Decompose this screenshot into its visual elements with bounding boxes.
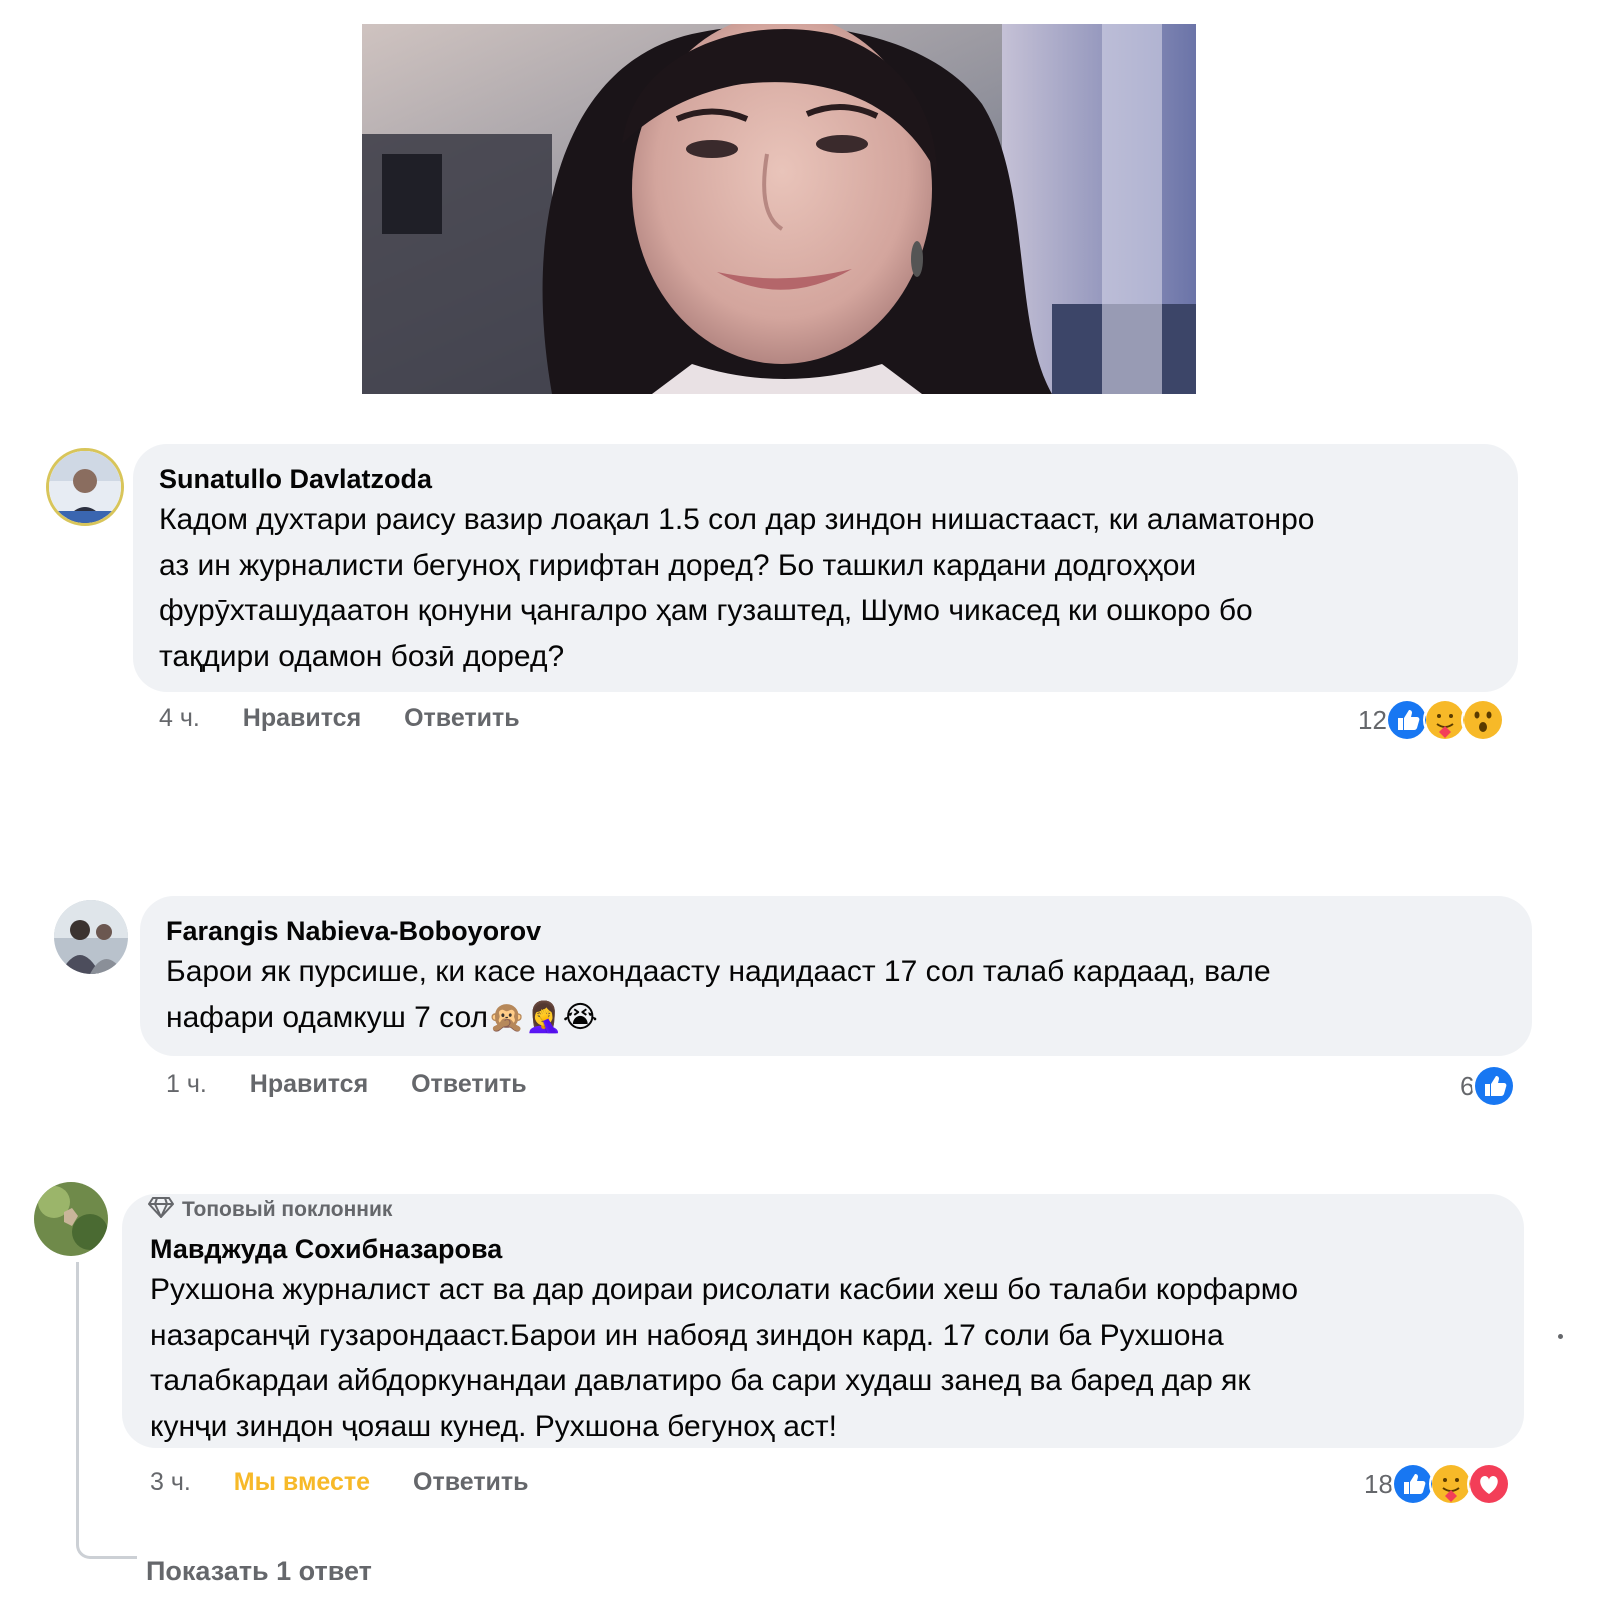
love-reaction-icon — [1466, 1462, 1511, 1506]
avatar[interactable] — [54, 900, 128, 974]
comment-text: Рухшона журналист аст ва дар доираи рисо… — [150, 1273, 1299, 1443]
show-replies-link[interactable]: Показать 1 ответ — [146, 1556, 372, 1587]
reply-button[interactable]: Ответить — [413, 1468, 529, 1497]
reaction-count: 18 — [1364, 1468, 1393, 1499]
reaction-button[interactable]: Мы вместе — [234, 1468, 370, 1497]
comment-timestamp[interactable]: 1 ч. — [166, 1070, 207, 1099]
separator-dot — [1558, 1334, 1563, 1339]
reaction-summary[interactable]: 18 — [1364, 1462, 1511, 1506]
like-button[interactable]: Нравится — [250, 1070, 368, 1099]
comment-card: Farangis Nabieva-Boboyorov Барои як пурс… — [38, 872, 1558, 1118]
diamond-icon — [147, 1196, 175, 1224]
comment-author[interactable]: Farangis Nabieva-Boboyorov — [166, 916, 541, 947]
avatar[interactable] — [34, 1182, 108, 1256]
like-button[interactable]: Нравится — [243, 704, 361, 733]
comment-author[interactable]: Sunatullo Davlatzoda — [159, 464, 432, 495]
reply-button[interactable]: Ответить — [404, 704, 520, 733]
comment-actions: 3 ч. Мы вместе Ответить — [150, 1468, 565, 1497]
comment-actions: 1 ч. Нравится Ответить — [166, 1070, 563, 1099]
top-fan-badge: Топовый поклонник — [147, 1196, 392, 1224]
avatar[interactable] — [46, 448, 124, 526]
reaction-count: 12 — [1358, 704, 1387, 735]
comment-timestamp[interactable]: 4 ч. — [159, 704, 200, 733]
comment-timestamp[interactable]: 3 ч. — [150, 1468, 191, 1497]
reaction-summary[interactable]: 12 — [1358, 698, 1505, 742]
reaction-summary[interactable]: 6 — [1460, 1064, 1517, 1108]
comment-actions: 4 ч. Нравится Ответить — [159, 704, 556, 733]
emoji-group: 🙊🤦‍♀️😭 — [488, 1000, 598, 1034]
post-photo[interactable] — [362, 24, 1196, 394]
wow-reaction-icon — [1460, 698, 1505, 742]
comment-author[interactable]: Мавджуда Сохибназарова — [150, 1234, 502, 1265]
like-reaction-icon — [1472, 1064, 1517, 1108]
comment-card: Топовый поклонник Мавджуда Сохибназарова… — [28, 1182, 1584, 1586]
comment-text: Барои як пурсише, ки касе нахондаасту на… — [166, 955, 1271, 1034]
reply-button[interactable]: Ответить — [411, 1070, 527, 1099]
comment-card: Sunatullo Davlatzoda Кадом духтари раису… — [26, 432, 1576, 774]
comment-text: Кадом духтари раису вазир лоақал 1.5 сол… — [159, 503, 1315, 673]
